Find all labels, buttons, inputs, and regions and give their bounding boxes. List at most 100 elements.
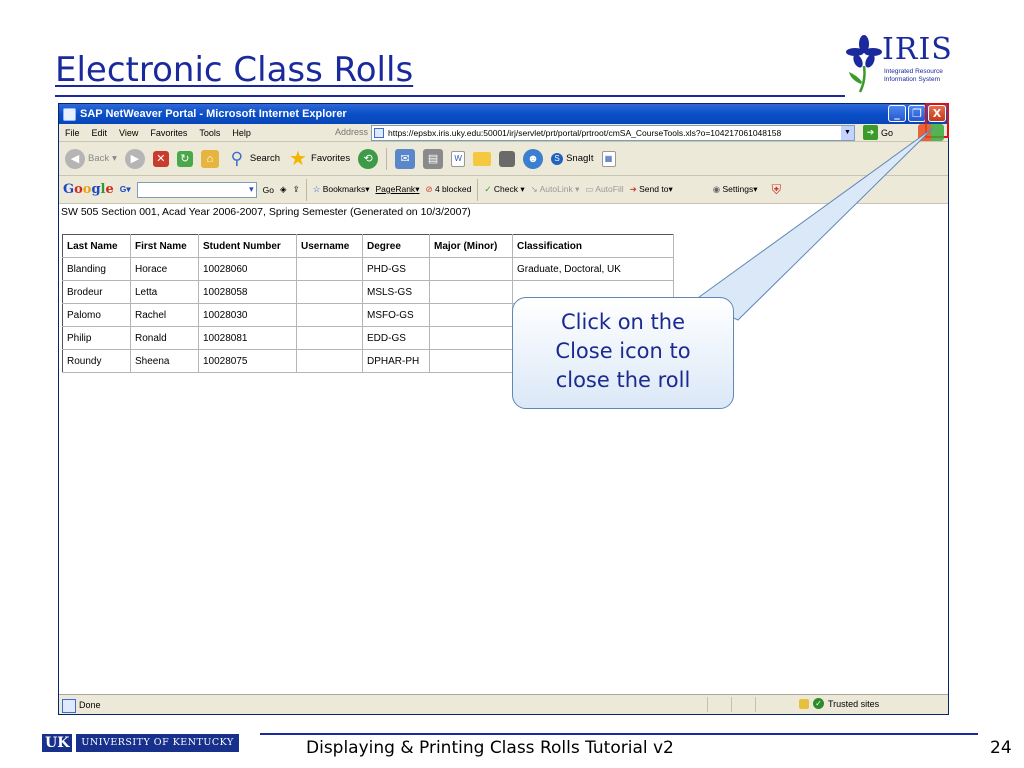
menu-help[interactable]: Help <box>226 128 257 138</box>
status-text: Done <box>59 698 101 713</box>
cell-student-number: 10028030 <box>198 303 297 327</box>
cell-username <box>296 349 363 373</box>
messenger-icon[interactable]: ☻ <box>523 148 544 169</box>
iris-logo: IRIS Integrated Resource Information Sys… <box>846 32 956 94</box>
university-name: UNIVERSITY OF KENTUCKY <box>76 734 239 752</box>
stop-icon[interactable]: ✕ <box>152 150 169 167</box>
table-header-row: Last Name First Name Student Number User… <box>62 234 674 258</box>
iris-subtitle: Integrated Resource Information System <box>884 68 956 84</box>
university-logo: UK UNIVERSITY OF KENTUCKY <box>42 734 239 752</box>
google-separator <box>305 178 307 201</box>
google-up-icon[interactable]: ⇪ <box>293 184 300 195</box>
table-row: Blanding Horace 10028060 PHD-GS Graduate… <box>62 257 674 281</box>
column-header: Username <box>296 234 363 258</box>
menu-file[interactable]: File <box>59 128 86 138</box>
cell-major <box>429 349 513 373</box>
send-to-button[interactable]: ➜ Send to▾ <box>630 184 673 195</box>
back-button[interactable]: ◀ Back ▾ <box>65 148 117 169</box>
forward-arrow-icon[interactable]: ▶ <box>124 148 145 169</box>
cell-student-number: 10028058 <box>198 280 297 304</box>
cell-last-name: Palomo <box>62 303 131 327</box>
google-menu-icon[interactable]: G▾ <box>120 184 131 195</box>
cell-username <box>296 326 363 350</box>
snagit-icon: S <box>551 152 564 165</box>
page-content: SW 505 Section 001, Acad Year 2006-2007,… <box>59 204 948 695</box>
callout-line: Close icon to <box>555 339 691 363</box>
cell-last-name: Blanding <box>62 257 131 281</box>
bookmarks-star-icon: ☆ <box>312 184 321 194</box>
popup-blocker-button[interactable]: ⊘ 4 blocked <box>425 184 471 195</box>
autolink-label: AutoLink <box>539 184 573 194</box>
send-to-icon: ➜ <box>629 184 637 194</box>
security-zone[interactable]: ✓ Trusted sites <box>799 698 879 709</box>
popup-blocked-icon: ⊘ <box>425 184 433 194</box>
column-header: Classification <box>512 234 674 258</box>
edit-word-icon[interactable]: W <box>451 150 466 167</box>
back-label: Back <box>88 153 110 164</box>
callout-line: Click on the <box>560 310 685 334</box>
snagit-button[interactable]: S SnagIt <box>551 152 594 165</box>
home-icon[interactable]: ⌂ <box>200 149 219 168</box>
menu-tools[interactable]: Tools <box>193 128 226 138</box>
pagerank-button[interactable]: PageRank▾ <box>375 184 419 195</box>
cell-major <box>429 303 513 327</box>
refresh-icon[interactable]: ↻ <box>176 150 193 167</box>
research-icon[interactable] <box>499 150 516 167</box>
roll-caption: SW 505 Section 001, Acad Year 2006-2007,… <box>61 206 471 218</box>
instruction-callout: Click on the Close icon to close the rol… <box>512 297 734 409</box>
close-button[interactable]: X <box>928 105 946 122</box>
minimize-button[interactable]: _ <box>888 105 906 122</box>
window-titlebar[interactable]: SAP NetWeaver Portal - Microsoft Interne… <box>59 103 949 138</box>
menu-favorites[interactable]: Favorites <box>144 128 193 138</box>
folder-icon[interactable] <box>473 151 492 166</box>
google-extra-icon[interactable]: ⛨ <box>772 182 782 198</box>
favorites-button[interactable]: ★ Favorites <box>288 149 350 169</box>
google-logo: Google <box>63 182 114 197</box>
autolink-button[interactable]: ↘ AutoLink ▾ <box>531 184 580 195</box>
status-bar: Done ✓ Trusted sites <box>59 694 948 714</box>
mail-icon[interactable]: ✉ <box>395 148 416 169</box>
address-label: Address <box>335 127 369 137</box>
cell-degree: EDD-GS <box>362 326 430 350</box>
address-dropdown-icon[interactable]: ▼ <box>841 126 854 140</box>
check-label: Check <box>493 184 518 194</box>
snagit-capture-icon[interactable]: ▦ <box>601 150 616 167</box>
print-icon[interactable]: ▤ <box>423 148 444 169</box>
search-button[interactable]: ⚲ Search <box>227 149 280 169</box>
google-search-input[interactable] <box>136 181 257 198</box>
menu-view[interactable]: View <box>113 128 144 138</box>
browser-window: SAP NetWeaver Portal - Microsoft Interne… <box>58 103 949 715</box>
ie-icon <box>63 107 76 121</box>
spellcheck-icon: ✓ <box>484 184 492 194</box>
address-value: https://epsbx.iris.uky.edu:50001/irj/ser… <box>388 128 782 138</box>
history-icon[interactable]: ⟲ <box>358 148 379 169</box>
menu-bar: File Edit View Favorites Tools Help Addr… <box>59 124 948 142</box>
search-label: Search <box>249 153 281 164</box>
bookmarks-button[interactable]: ☆ Bookmarks▾ <box>313 184 370 195</box>
title-rule <box>55 95 845 97</box>
cell-username <box>296 280 363 304</box>
spellcheck-button[interactable]: ✓ Check ▾ <box>484 184 524 195</box>
go-button[interactable]: ➔ Go <box>863 125 893 140</box>
address-input[interactable]: https://epsbx.iris.uky.edu:50001/irj/ser… <box>371 125 855 141</box>
send-to-label: Send to <box>639 184 669 194</box>
iris-wordmark: IRIS <box>882 32 953 67</box>
trusted-sites-icon: ✓ <box>813 698 824 709</box>
page-number: 24 <box>990 738 1012 758</box>
status-cells <box>707 697 779 712</box>
footer-rule <box>260 733 978 735</box>
window-controls: _ ❐ X <box>888 103 949 138</box>
search-icon: ⚲ <box>230 148 244 168</box>
back-dropdown-icon[interactable]: ▾ <box>112 153 117 164</box>
settings-label: Settings <box>722 184 754 194</box>
menu-edit[interactable]: Edit <box>86 128 114 138</box>
google-go-button[interactable]: Go <box>263 185 274 195</box>
autofill-button[interactable]: ▭ AutoFill <box>585 184 623 195</box>
google-toolbar: Google G▾ Go ◈ ⇪ ☆ Bookmarks▾ PageRank▾ … <box>59 176 948 204</box>
google-news-icon[interactable]: ◈ <box>280 184 287 195</box>
cell-major <box>429 326 513 350</box>
settings-button[interactable]: ◉ Settings▾ <box>713 184 758 195</box>
back-arrow-icon: ◀ <box>65 148 85 169</box>
restore-button[interactable]: ❐ <box>908 105 926 122</box>
cell-student-number: 10028081 <box>198 326 297 350</box>
